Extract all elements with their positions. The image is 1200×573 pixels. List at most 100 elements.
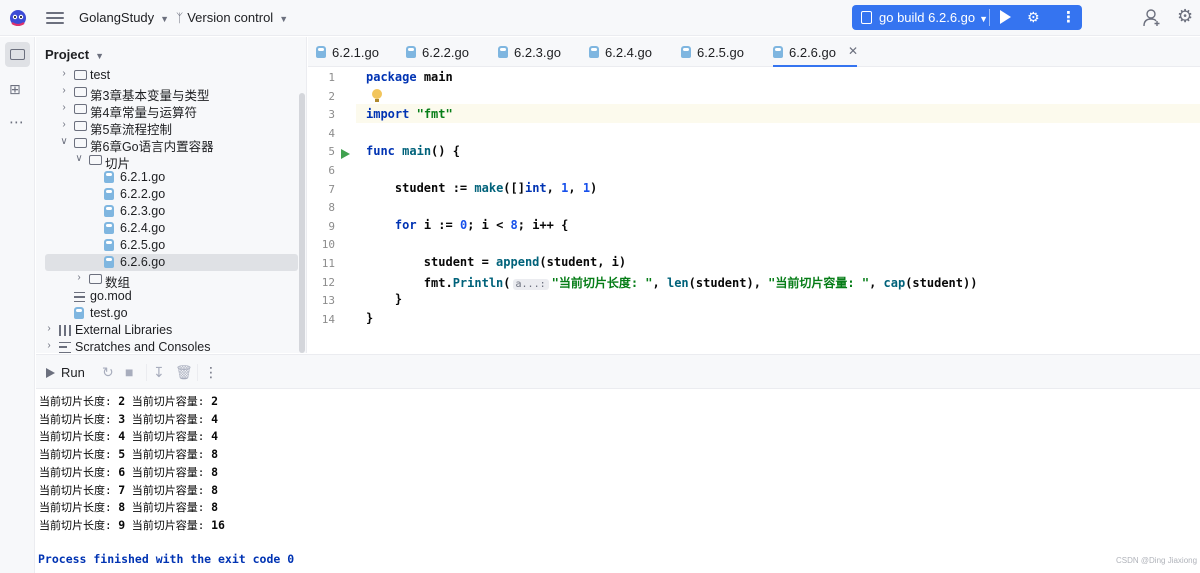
gear-icon[interactable]: ⚙ [1177,6,1193,27]
tree-item[interactable]: › Scratches and Consoles [36,339,306,353]
tree-item[interactable]: 6.2.5.go [36,237,306,254]
tree-item[interactable]: › 第3章基本变量与类型 [36,84,306,103]
console-cap-label: 当前切片容量: [125,518,212,532]
run-tab[interactable]: Run [46,365,85,380]
tree-item[interactable]: ∨ 第6章Go语言内置容器 [36,135,306,154]
title-bar: GolangStudy ▼ ᛉ Version control ▼ go build … [0,0,1200,36]
tree-item[interactable]: › 数组 [36,271,306,290]
project-selector[interactable]: GolangStudy ▼ [79,10,169,25]
lightbulb-icon[interactable] [372,89,382,102]
rerun-icon[interactable]: ↻ [102,364,114,381]
console-len-label: 当前切片长度: [39,412,119,426]
more-vertical-icon[interactable]: ⋮ [1061,8,1076,26]
editor-tab[interactable]: 6.2.4.go [589,37,659,67]
chevron-right-icon[interactable]: › [59,68,69,79]
project-tool-button[interactable] [5,42,30,67]
project-panel: Project ▼ › test › 第3章基本变量与类型 › 第4章常量与运算符 › 第5章流… [36,37,307,353]
tab-label: 6.2.2.go [422,45,469,60]
main-menu-icon[interactable] [46,9,64,27]
tree-item[interactable]: › External Libraries [36,322,306,339]
left-tool-strip: ⊞ ⋯ [0,37,35,573]
file-icon [861,11,872,24]
bug-icon[interactable]: ⚙ [1027,9,1040,26]
stop-icon[interactable]: ■ [125,364,133,380]
project-panel-title[interactable]: Project ▼ [45,47,104,62]
structure-icon[interactable]: ⊞ [9,81,21,98]
tab-label: 6.2.3.go [514,45,561,60]
chevron-right-icon[interactable]: › [59,119,69,130]
folder-icon [89,155,102,165]
run-configuration-widget[interactable]: go build 6.2.6.go ▼ ⚙ ⋮ [852,5,1082,30]
code-line-9: for i := 0; i < 8; i++ { [394,218,569,232]
code-editor[interactable]: 1 2 3 4 5 6 7 8 9 10 11 12 13 14 package main import … [308,67,1200,353]
close-icon[interactable]: ✕ [848,44,858,58]
chevron-down-icon[interactable]: ∨ [74,153,84,164]
tree-item[interactable]: test.go [36,305,306,322]
console-output-line: 当前切片长度: 9 当前切片容量: 16 [39,517,225,533]
version-control-menu[interactable]: ᛉ Version control ▼ [176,10,288,25]
parameter-hint: a...: [512,279,549,290]
run-configuration-label: go build 6.2.6.go [879,10,976,25]
chevron-right-icon[interactable]: › [74,272,84,283]
console-cap-value: 2 [211,394,218,408]
divider [146,364,147,381]
tree-item[interactable]: › 第4章常量与运算符 [36,101,306,120]
tree-item-label: 6.2.2.go [120,187,166,201]
user-icon[interactable] [1143,8,1161,28]
line-number: 10 [321,238,335,252]
more-horizontal-icon[interactable]: ⋯ [9,113,25,131]
tree-item[interactable]: › 第5章流程控制 [36,118,306,137]
line-number: 13 [321,294,335,308]
tree-item[interactable]: 6.2.4.go [36,220,306,237]
run-console[interactable]: Process finished with the exit code 0 CS… [36,390,1200,573]
chevron-down-icon[interactable]: ∨ [59,136,69,147]
play-icon[interactable] [1000,10,1011,24]
tree-item[interactable]: ∨ 切片 [36,152,306,171]
tree-item[interactable]: 6.2.6.go [45,254,298,271]
project-tree: › test › 第3章基本变量与类型 › 第4章常量与运算符 › 第5章流程控制 ∨ 第6章Go… [36,67,306,353]
editor-tab[interactable]: 6.2.1.go [316,37,386,67]
folder-icon [89,274,102,284]
chevron-right-icon[interactable]: › [44,340,54,351]
editor-tab[interactable]: 6.2.3.go [498,37,568,67]
watermark: CSDN @Ding Jiaxiong [1116,556,1198,565]
folder-icon [74,70,87,80]
scrollbar[interactable] [299,93,305,353]
tree-item[interactable]: 6.2.3.go [36,203,306,220]
tab-label: 6.2.1.go [332,45,379,60]
version-control-label: Version control [187,10,274,25]
console-len-label: 当前切片长度: [39,430,119,444]
line-number-gutter: 1 2 3 4 5 6 7 8 9 10 11 12 13 14 [308,67,356,353]
code-line-3: import "fmt" [366,107,453,121]
tree-item[interactable]: 6.2.2.go [36,186,306,203]
chevron-right-icon[interactable]: › [44,323,54,334]
tree-item[interactable]: › test [36,67,306,84]
line-number: 7 [328,182,335,196]
tree-item[interactable]: 6.2.1.go [36,169,306,186]
folder-icon [74,121,87,131]
run-configuration-selector[interactable]: go build 6.2.6.go ▼ [879,10,988,25]
editor-tab[interactable]: 6.2.2.go [406,37,476,67]
scratches-icon [59,342,71,353]
go-file-icon [104,222,114,234]
tree-item-label: 6.2.1.go [120,170,166,184]
console-cap-value: 16 [211,517,225,532]
editor-tab[interactable]: 6.2.5.go [681,37,751,67]
trash-icon[interactable]: 🗑 [175,364,193,381]
console-output-line: 当前切片长度: 6 当前切片容量: 8 [39,464,218,480]
go-file-icon [104,171,114,183]
chevron-down-icon: ▼ [95,51,104,61]
line-number: 2 [328,89,335,103]
code-line-7: student := make([]int, 1, 1) [394,181,598,195]
editor-tab[interactable]: 6.2.6.go ✕ [773,37,858,67]
more-vertical-icon[interactable]: ⋮ [204,364,218,381]
folder-icon [74,87,87,97]
module-file-icon [74,292,85,302]
scroll-to-end-icon[interactable]: ↧ [153,364,165,381]
chevron-right-icon[interactable]: › [59,85,69,96]
chevron-right-icon[interactable]: › [59,102,69,113]
code-line-5: func main() { [366,144,460,158]
tree-item[interactable]: go.mod [36,288,306,305]
console-cap-value: 8 [211,464,218,479]
run-gutter-icon[interactable] [341,149,350,159]
